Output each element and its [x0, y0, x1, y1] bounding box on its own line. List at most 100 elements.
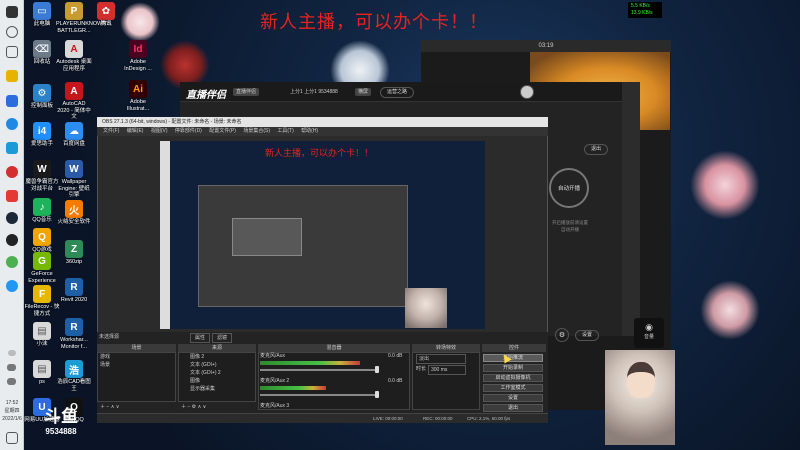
exit-button[interactable]: 退出 — [483, 404, 543, 412]
edge-icon[interactable] — [6, 118, 18, 130]
netease-icon[interactable] — [6, 166, 18, 178]
desktop-icon-pubg[interactable]: P PLAYERUNKNOWN'S BATTLEGR... — [56, 2, 111, 34]
desktop-icon-illustrator[interactable]: Ai Adobe Illustrat... — [120, 80, 156, 112]
mixer-volume-knob[interactable] — [375, 366, 379, 373]
search-icon[interactable] — [6, 26, 18, 38]
transitions-dock-header: 转场特效 — [412, 344, 480, 352]
app-icon[interactable] — [6, 280, 18, 292]
desktop-icon-baidu-netdisk[interactable]: ☁ 百度网盘 — [56, 122, 92, 148]
volume-icon[interactable] — [7, 378, 16, 385]
source-item[interactable]: 文本 (GDI+) 2 — [190, 369, 221, 377]
mixer-level-meter — [260, 386, 326, 390]
desktop-icon-autocad[interactable]: A AutoCAD 2020 - 简体中文 — [56, 82, 92, 121]
source-item[interactable]: 图像 — [190, 377, 200, 385]
file-icon: ▤ — [33, 322, 51, 340]
start-virtual-camera-button[interactable]: 启动虚拟摄像机 — [483, 374, 543, 382]
desktop-icon-control-panel[interactable]: ⚙ 控制面板 — [24, 84, 60, 110]
task-view-icon[interactable] — [6, 46, 18, 58]
desktop-icon-geforce[interactable]: G GeForce Experience — [24, 252, 60, 284]
desktop-icon-filerecov[interactable]: F FileRecov - 快捷方式 — [24, 285, 60, 317]
settings-button[interactable]: 设置 — [483, 394, 543, 402]
scene-toolbar[interactable]: ＋ − ∧ ∨ — [100, 403, 119, 411]
desktop-icon-i4[interactable]: i4 爱思助手 — [24, 122, 60, 148]
start-icon[interactable] — [6, 6, 18, 18]
app-icon[interactable] — [6, 95, 18, 107]
no-source-selected: 未选择源 — [99, 334, 120, 340]
properties-button[interactable]: 属性 — [190, 333, 211, 343]
preview-nested-obs — [198, 185, 408, 307]
transition-select[interactable]: 淡出 — [416, 354, 466, 364]
phone-time: 03:19 — [421, 40, 671, 52]
scene-item[interactable]: 游戏 — [100, 353, 110, 361]
source-item[interactable]: 显示器采集 — [190, 385, 215, 393]
desktop-icon-qq-music[interactable]: ♪ QQ音乐 — [24, 198, 60, 224]
gear-icon[interactable]: ⚙ — [555, 328, 569, 342]
obs-icon[interactable] — [6, 234, 18, 246]
exit-button[interactable]: 退出 — [584, 144, 609, 155]
menu-view[interactable]: 视图(V) — [151, 128, 168, 134]
clock-time[interactable]: 17:52 — [0, 400, 24, 407]
desktop-icon-wallpaper-engine[interactable]: W Wallpaper Engine: 壁纸引擎 — [56, 160, 92, 199]
live-companion-tag[interactable]: 直播伴侣 — [233, 88, 260, 96]
live-side-strip — [622, 82, 640, 336]
app-icon[interactable] — [6, 190, 18, 202]
desktop-icon-autodesk[interactable]: A Autodesk 桌面应用程序 — [56, 40, 92, 72]
start-streaming-button[interactable]: 开始推流 — [483, 354, 543, 362]
source-item[interactable]: 图像 2 — [190, 353, 204, 361]
mixer-channel-db: 0.0 dB — [388, 353, 403, 359]
live-companion-logo: 直播伴侣 — [186, 90, 226, 101]
flower-decoration — [690, 150, 760, 220]
desktop-icon-360zip[interactable]: Z 360zip — [56, 240, 92, 266]
desktop-icon-huorong[interactable]: 火火绒安全软件 — [56, 200, 92, 226]
douyu-logo: 斗鱼 9534888 — [40, 407, 82, 441]
start-recording-button[interactable]: 开始录制 — [483, 364, 543, 372]
settings-button[interactable]: 设置 — [575, 330, 600, 341]
desktop-icon-ps[interactable]: ▤ ps — [24, 360, 60, 386]
avatar[interactable] — [520, 85, 534, 99]
menu-profile[interactable]: 配置文件(P) — [209, 128, 236, 134]
desktop-icon-qq-game[interactable]: Q QQ游戏 — [24, 228, 60, 254]
desktop-icon-gstarcad[interactable]: 浩浩辰CAD看图王 — [56, 360, 92, 392]
chrome-icon[interactable] — [6, 256, 18, 268]
source-item[interactable]: 文本 (GDI+) — [190, 361, 217, 369]
illustrator-icon: Ai — [129, 80, 147, 98]
this-pc-icon: ▭ — [33, 2, 51, 20]
controls-dock-header: 控件 — [482, 344, 546, 352]
file-icon: ▤ — [33, 360, 51, 378]
gstarcad-icon: 浩 — [65, 360, 83, 378]
start-live-button[interactable]: 自动开播 — [549, 168, 589, 208]
source-toolbar[interactable]: ＋ − ⚙ ∧ ∨ — [181, 403, 206, 411]
desktop-icon-warcraft[interactable]: W 魔兽争霸官方对战平台 — [24, 160, 60, 192]
desktop-icon-xiaomo[interactable]: ▤ 小沫 — [24, 322, 60, 348]
mixer-volume-knob[interactable] — [375, 391, 379, 398]
network-icon[interactable] — [7, 364, 16, 371]
app-icon[interactable] — [6, 142, 18, 154]
desktop-icon-indesign[interactable]: Id Adobe InDesign ... — [120, 40, 156, 72]
mixer-volume-slider[interactable] — [260, 369, 378, 371]
mic-volume-button[interactable]: ◉ 音量 — [634, 318, 664, 348]
filters-button[interactable]: 滤镜 — [212, 333, 233, 343]
desktop-icon-revit-cn[interactable]: R Workshar... Monitor f... — [56, 318, 92, 350]
studio-mode-button[interactable]: 工作室模式 — [483, 384, 543, 392]
menu-tools[interactable]: 工具(T) — [277, 128, 293, 134]
desktop-icon-revit[interactable]: R Revit 2020 — [56, 278, 92, 304]
menu-edit[interactable]: 编辑(E) — [127, 128, 144, 134]
tray-arrow-icon[interactable] — [8, 350, 16, 356]
menu-scene-collection[interactable]: 场景集合(S) — [243, 128, 270, 134]
autocad-icon: A — [65, 82, 83, 100]
menu-file[interactable]: 文件(F) — [103, 128, 119, 134]
steam-icon[interactable] — [6, 212, 18, 224]
live-companion-stats: 上分1 上分1 9534888 — [290, 89, 338, 95]
mixer-volume-slider[interactable] — [260, 394, 378, 396]
transition-duration-input[interactable]: 300 ms — [428, 365, 466, 375]
desktop-icon-this-pc[interactable]: ▭ 此电脑 — [24, 2, 60, 28]
menu-help[interactable]: 帮助(H) — [301, 128, 318, 134]
menu-docks[interactable]: 停靠部件(D) — [175, 128, 202, 134]
orientation-toggle[interactable]: 横屏 — [355, 88, 372, 96]
file-explorer-icon[interactable] — [6, 70, 18, 82]
notification-icon[interactable] — [6, 432, 18, 444]
scene-item[interactable]: 场景 — [100, 361, 110, 369]
ops-road-button[interactable]: 运营之路 — [380, 87, 415, 98]
desktop-icon-recycle-bin[interactable]: ⌫ 回收站 — [24, 40, 60, 66]
desktop-icon-tencent[interactable]: ✿ 腾讯 — [88, 2, 124, 28]
